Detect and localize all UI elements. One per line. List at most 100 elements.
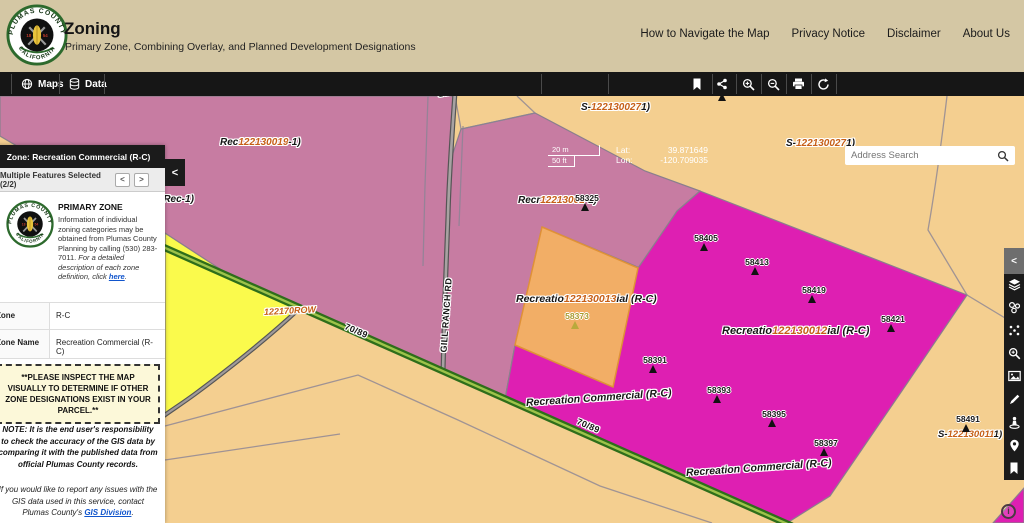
marker-label: 58413 [737, 258, 777, 267]
refresh-icon [817, 78, 830, 91]
coordinates-readout: Lat:39.871649 Lon:-120.709035 [616, 146, 708, 165]
table-row: Zone NameRecreation Commercial (R-C) [0, 330, 165, 359]
bookmark-icon [692, 78, 702, 91]
next-feature-button[interactable]: > [134, 173, 149, 187]
zone-label: GILL RANCH RD [440, 278, 454, 353]
zone-label: 122170ROW [264, 305, 316, 317]
sidebar-collapse-button[interactable]: < [1004, 248, 1024, 274]
app-header: Zoning Primary Zone, Combining Overlay, … [0, 0, 1024, 72]
plumas-county-logo-small [6, 200, 54, 248]
panel-collapse-button[interactable]: < [165, 159, 185, 186]
zone-label: S-1221300271) [581, 103, 650, 113]
nav-link[interactable]: How to Navigate the Map [640, 28, 769, 40]
nav-link[interactable]: Disclaimer [887, 28, 941, 40]
zone-label: Rec122130019-1) [220, 138, 301, 148]
feature-marker[interactable] [649, 365, 657, 373]
zone-label: (Rec-1) [160, 195, 194, 205]
database-icon [69, 78, 80, 90]
row-label: Zone [0, 303, 50, 329]
print-button[interactable] [787, 74, 809, 94]
location-pin-icon[interactable] [1007, 438, 1021, 452]
refresh-button[interactable] [812, 74, 834, 94]
table-row: ZoneR-C [0, 303, 165, 330]
selection-count: Multiple Features Selected (2/2) [0, 171, 115, 189]
zoom-out-icon [767, 78, 780, 91]
lon-value: -120.709035 [660, 156, 708, 166]
feature-marker[interactable] [768, 419, 776, 427]
share-icon [716, 78, 728, 90]
zone-label: Recreation Commercial (R-C) [686, 458, 832, 479]
maps-button[interactable]: Maps [15, 72, 70, 96]
page-subtitle: Primary Zone, Combining Overlay, and Pla… [65, 41, 416, 53]
zoom-in-icon [742, 78, 755, 91]
draw-icon[interactable] [1007, 392, 1021, 406]
marker-label: 58373 [557, 312, 597, 321]
sidebar-icons [1004, 274, 1024, 480]
plumas-county-logo [6, 4, 68, 66]
scale-imperial: 50 ft [548, 156, 575, 167]
zoom-to-icon[interactable] [1007, 346, 1021, 360]
zone-label: Recreation Commercial (R-C) [526, 388, 672, 409]
feature-marker[interactable] [700, 243, 708, 251]
feature-marker[interactable] [581, 203, 589, 211]
row-label: Zone Name [0, 330, 50, 358]
basemap-icon[interactable] [1007, 300, 1021, 314]
layers-icon[interactable] [1007, 277, 1021, 291]
zone-label: S-1221300111) [938, 430, 1002, 440]
map-tools-sidebar: < [1004, 248, 1024, 480]
address-search [845, 146, 1015, 165]
zone-label: Recreatio122130013ial (R-C) [516, 294, 657, 305]
here-link[interactable]: here [109, 272, 125, 281]
zone-table: ZoneR-CZone NameRecreation Commercial (R… [0, 302, 165, 359]
feature-marker[interactable] [713, 395, 721, 403]
zone-label: 70/89 [575, 417, 601, 435]
zone-label: Suburban (S-1) [437, 96, 509, 100]
street-view-icon[interactable] [1007, 415, 1021, 429]
marker-label: 58325 [567, 194, 607, 203]
print-icon [792, 78, 805, 90]
feature-marker[interactable] [571, 321, 579, 329]
zoom-in-button[interactable] [737, 74, 759, 94]
nav-link[interactable]: Privacy Notice [792, 28, 866, 40]
nav-link[interactable]: About Us [963, 28, 1010, 40]
zoom-out-button[interactable] [762, 74, 784, 94]
marker-label: 58419 [794, 286, 834, 295]
feature-panel: Zone: Recreation Commercial (R-C) Multip… [0, 145, 165, 523]
bookmark-icon[interactable] [1007, 461, 1021, 475]
selection-bar: Multiple Features Selected (2/2) < > [0, 168, 165, 192]
map-toolbar: Maps Data 20 m 50 ft Lat:39.871649 Lon:-… [0, 72, 1024, 96]
scale-bar: 20 m 50 ft [548, 145, 600, 167]
sketch-icon[interactable] [1007, 323, 1021, 337]
feature-marker[interactable] [887, 324, 895, 332]
share-button[interactable] [711, 74, 733, 94]
feature-marker[interactable] [820, 448, 828, 456]
feature-marker[interactable] [751, 267, 759, 275]
primary-zone-heading: PRIMARY ZONE [58, 202, 123, 212]
inspect-warning: **PLEASE INSPECT THE MAP VISUALLY TO DET… [0, 364, 160, 424]
feature-marker[interactable] [962, 424, 970, 432]
header-nav: How to Navigate the Map Privacy Notice Dis… [640, 28, 1010, 40]
globe-icon [21, 78, 33, 90]
marker-label: 58421 [873, 315, 913, 324]
report-text: If you would like to report any issues w… [0, 484, 158, 519]
search-icon[interactable] [997, 150, 1009, 162]
zone-info-text: Information of individual zoning categor… [58, 215, 158, 282]
screenshot-icon[interactable] [1007, 369, 1021, 383]
feature-marker[interactable] [718, 96, 726, 101]
marker-label: 58397 [806, 439, 846, 448]
gis-note: NOTE: It is the end user's responsibilit… [0, 424, 158, 470]
page-title: Zoning [64, 19, 121, 39]
info-icon[interactable]: i [1001, 504, 1016, 519]
data-button[interactable]: Data [63, 72, 113, 96]
gis-division-link[interactable]: GIS Division [84, 508, 131, 517]
row-value: R-C [50, 303, 165, 329]
search-input[interactable] [845, 150, 997, 161]
marker-label: 58405 [686, 234, 726, 243]
marker-label: 58391 [635, 356, 675, 365]
zone-label: 70/89 [343, 322, 369, 340]
marker-label: 58393 [699, 386, 739, 395]
feature-marker[interactable] [808, 295, 816, 303]
prev-feature-button[interactable]: < [115, 173, 130, 187]
bookmark-button[interactable] [686, 74, 708, 94]
panel-title: Zone: Recreation Commercial (R-C) [0, 145, 165, 168]
